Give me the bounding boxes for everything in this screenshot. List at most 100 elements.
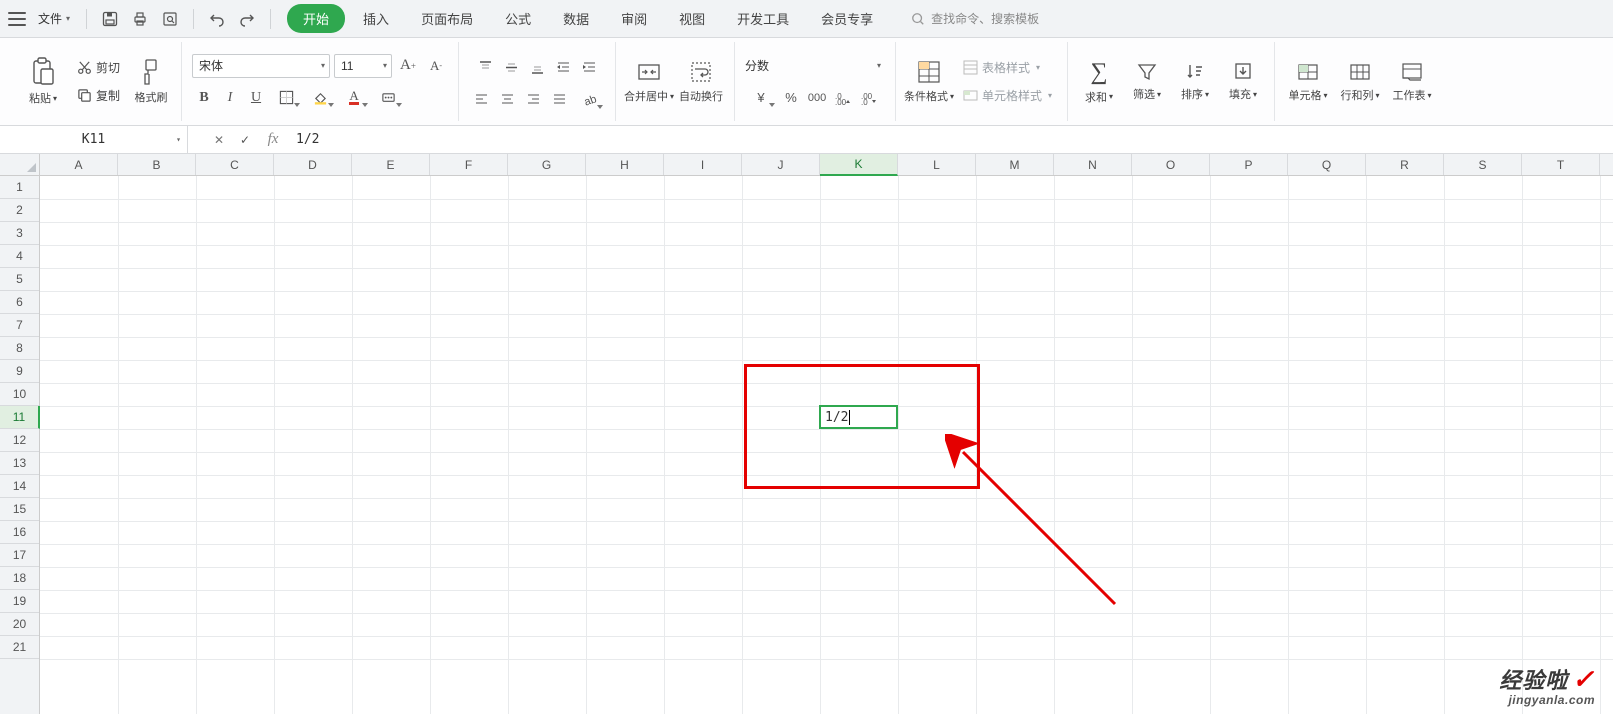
column-header[interactable]: M <box>976 154 1054 175</box>
row-header[interactable]: 19 <box>0 590 39 613</box>
tab-公式[interactable]: 公式 <box>491 3 545 34</box>
spreadsheet-grid[interactable]: ABCDEFGHIJKLMNOPQRST 1234567891011121314… <box>0 154 1613 714</box>
comma-button[interactable]: 000 <box>805 86 829 110</box>
column-headers[interactable]: ABCDEFGHIJKLMNOPQRST <box>40 154 1613 176</box>
menu-icon[interactable] <box>8 12 26 26</box>
border-button[interactable] <box>270 86 302 110</box>
column-header[interactable]: L <box>898 154 976 175</box>
print-icon[interactable] <box>127 6 153 32</box>
name-box[interactable]: K11▾ <box>0 126 188 153</box>
select-all-corner[interactable] <box>0 154 40 176</box>
column-header[interactable]: S <box>1444 154 1522 175</box>
copy-button[interactable]: 复制 <box>72 84 125 108</box>
tab-数据[interactable]: 数据 <box>549 3 603 34</box>
cut-button[interactable]: 剪切 <box>72 56 125 80</box>
row-header[interactable]: 3 <box>0 222 39 245</box>
cells-canvas[interactable]: 1/2 <box>40 176 1613 714</box>
tab-开发工具[interactable]: 开发工具 <box>723 3 803 34</box>
column-header[interactable]: H <box>586 154 664 175</box>
file-menu[interactable]: 文件 ▾ <box>32 7 76 30</box>
increase-indent-icon[interactable] <box>577 56 601 80</box>
column-header[interactable]: E <box>352 154 430 175</box>
filter-button[interactable]: 筛选▾ <box>1126 43 1168 121</box>
bold-button[interactable]: B <box>192 86 216 110</box>
align-middle-icon[interactable] <box>499 56 523 80</box>
row-header[interactable]: 4 <box>0 245 39 268</box>
column-header[interactable]: A <box>40 154 118 175</box>
increase-font-icon[interactable]: A+ <box>396 54 420 78</box>
column-header[interactable]: P <box>1210 154 1288 175</box>
undo-icon[interactable] <box>204 6 230 32</box>
underline-button[interactable]: U <box>244 86 268 110</box>
cell-effects-button[interactable] <box>372 86 404 110</box>
column-header[interactable]: C <box>196 154 274 175</box>
decrease-indent-icon[interactable] <box>551 56 575 80</box>
currency-button[interactable]: ¥ <box>745 86 777 110</box>
percent-button[interactable]: % <box>779 86 803 110</box>
row-header[interactable]: 15 <box>0 498 39 521</box>
format-painter-button[interactable]: 格式刷 <box>131 43 171 121</box>
row-header[interactable]: 6 <box>0 291 39 314</box>
column-header[interactable]: I <box>664 154 742 175</box>
font-name-select[interactable]: 宋体▾ <box>192 54 330 78</box>
decrease-decimal-button[interactable]: .00.0 <box>857 86 881 110</box>
align-center-icon[interactable] <box>495 88 519 112</box>
row-header[interactable]: 12 <box>0 429 39 452</box>
formula-confirm-button[interactable]: ✓ <box>232 126 258 153</box>
redo-icon[interactable] <box>234 6 260 32</box>
fill-button[interactable]: 填充▾ <box>1222 43 1264 121</box>
italic-button[interactable]: I <box>218 86 242 110</box>
tab-会员专享[interactable]: 会员专享 <box>807 3 887 34</box>
rows-cols-button[interactable]: 行和列▾ <box>1337 43 1383 121</box>
conditional-format-button[interactable]: 条件格式▾ <box>906 43 952 121</box>
row-header[interactable]: 7 <box>0 314 39 337</box>
command-search[interactable]: 查找命令、搜索模板 <box>911 10 1039 27</box>
row-header[interactable]: 1 <box>0 176 39 199</box>
fill-color-button[interactable] <box>304 86 336 110</box>
save-icon[interactable] <box>97 6 123 32</box>
row-header[interactable]: 9 <box>0 360 39 383</box>
font-color-button[interactable]: A <box>338 86 370 110</box>
merge-center-button[interactable]: 合并居中▾ <box>626 43 672 121</box>
active-cell[interactable]: 1/2 <box>819 405 898 429</box>
fx-icon[interactable]: fx <box>258 126 288 153</box>
row-header[interactable]: 13 <box>0 452 39 475</box>
column-header[interactable]: N <box>1054 154 1132 175</box>
orientation-button[interactable]: ab <box>573 88 605 112</box>
row-header[interactable]: 16 <box>0 521 39 544</box>
column-header[interactable]: O <box>1132 154 1210 175</box>
row-header[interactable]: 10 <box>0 383 39 406</box>
sort-button[interactable]: 排序▾ <box>1174 43 1216 121</box>
column-header[interactable]: T <box>1522 154 1600 175</box>
row-header[interactable]: 17 <box>0 544 39 567</box>
formula-input[interactable]: 1/2 <box>288 126 1613 153</box>
align-right-icon[interactable] <box>521 88 545 112</box>
tab-开始[interactable]: 开始 <box>287 4 345 33</box>
tab-审阅[interactable]: 审阅 <box>607 3 661 34</box>
column-header[interactable]: B <box>118 154 196 175</box>
tab-页面布局[interactable]: 页面布局 <box>407 3 487 34</box>
row-header[interactable]: 21 <box>0 636 39 659</box>
align-bottom-icon[interactable] <box>525 56 549 80</box>
column-header[interactable]: K <box>820 154 898 176</box>
column-header[interactable]: D <box>274 154 352 175</box>
formula-cancel-button[interactable]: ✕ <box>206 126 232 153</box>
wrap-text-button[interactable]: 自动换行 <box>678 43 724 121</box>
sum-button[interactable]: ∑求和▾ <box>1078 43 1120 121</box>
decrease-font-icon[interactable]: A- <box>424 54 448 78</box>
row-header[interactable]: 14 <box>0 475 39 498</box>
number-format-select[interactable]: 分数▾ <box>745 54 885 78</box>
row-header[interactable]: 2 <box>0 199 39 222</box>
row-header[interactable]: 18 <box>0 567 39 590</box>
column-header[interactable]: G <box>508 154 586 175</box>
row-header[interactable]: 5 <box>0 268 39 291</box>
column-header[interactable]: R <box>1366 154 1444 175</box>
print-preview-icon[interactable] <box>157 6 183 32</box>
paste-button[interactable]: 粘贴▾ <box>20 43 66 121</box>
tab-视图[interactable]: 视图 <box>665 3 719 34</box>
increase-decimal-button[interactable]: .0.00 <box>831 86 855 110</box>
column-header[interactable]: Q <box>1288 154 1366 175</box>
column-header[interactable]: J <box>742 154 820 175</box>
tab-插入[interactable]: 插入 <box>349 3 403 34</box>
cell-style-button[interactable]: 单元格样式▾ <box>958 84 1057 108</box>
